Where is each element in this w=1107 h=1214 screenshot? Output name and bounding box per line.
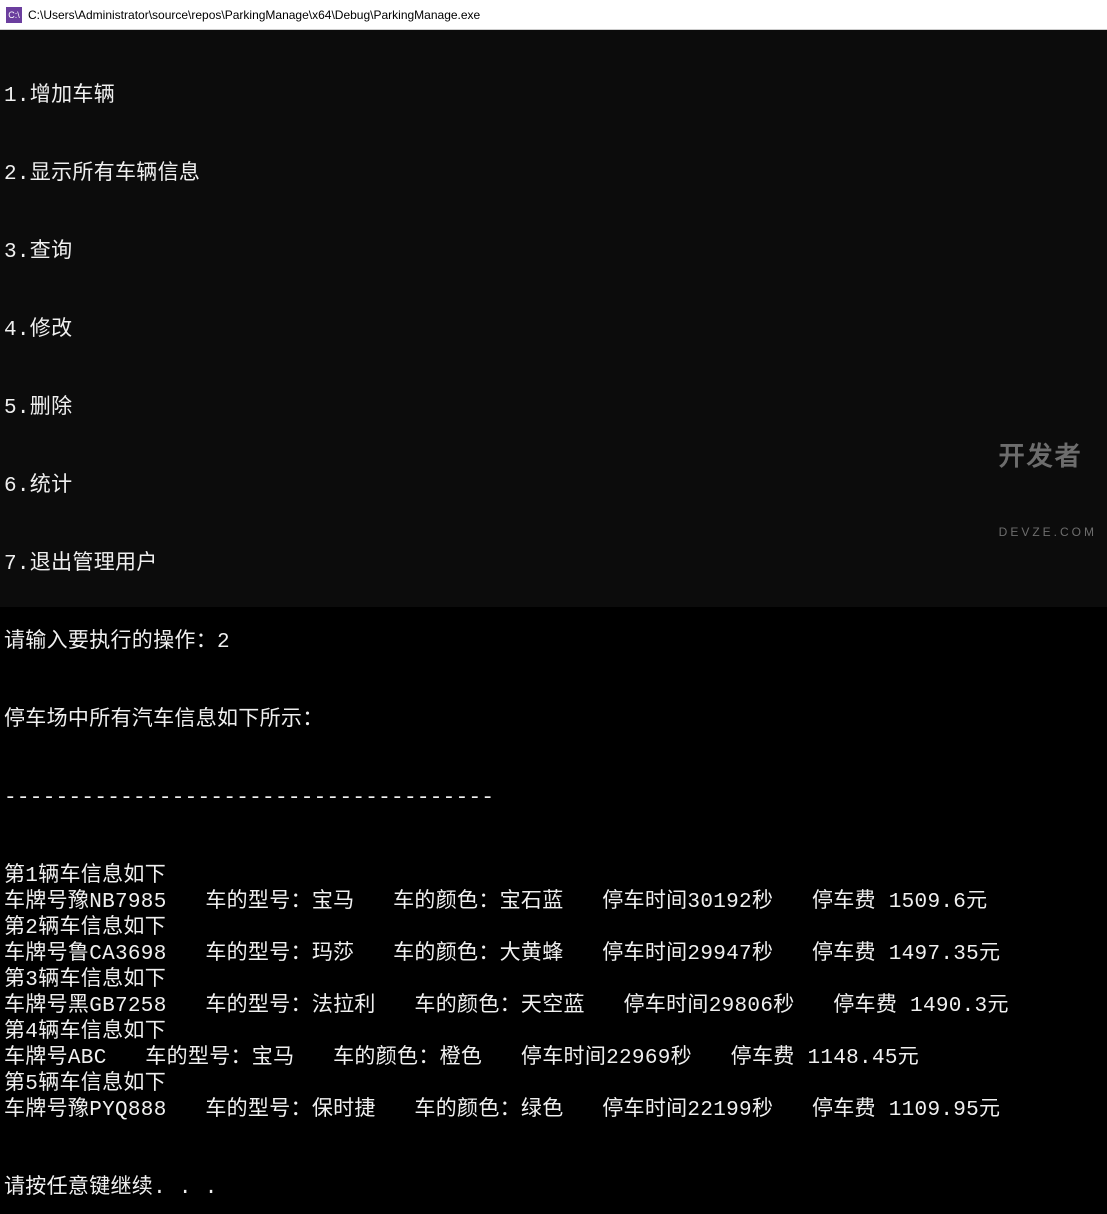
prompt-line: 请输入要执行的操作：2 xyxy=(4,630,1103,656)
menu-item: 7.退出管理用户 xyxy=(4,552,1103,578)
car-detail-line: 车牌号豫PYQ888 车的型号：保时捷 车的颜色：绿色 停车时间22199秒 停… xyxy=(4,1098,1103,1124)
car-index-line: 第4辆车信息如下 xyxy=(4,1020,1103,1046)
window-title: C:\Users\Administrator\source\repos\Park… xyxy=(28,8,480,22)
continue-prompt: 请按任意键继续. . . xyxy=(4,1176,1103,1202)
menu-item: 2.显示所有车辆信息 xyxy=(4,162,1103,188)
car-index-line: 第5辆车信息如下 xyxy=(4,1072,1103,1098)
watermark-url: DEVZE.COM xyxy=(999,519,1097,545)
console-output: 1.增加车辆 2.显示所有车辆信息 3.查询 4.修改 5.删除 6.统计 7.… xyxy=(0,30,1107,607)
app-icon: C:\ xyxy=(6,7,22,23)
separator: -------------------------------------- xyxy=(4,786,1103,812)
car-detail-line: 车牌号黑GB7258 车的型号：法拉利 车的颜色：天空蓝 停车时间29806秒 … xyxy=(4,994,1103,1020)
car-detail-line: 车牌号ABC 车的型号：宝马 车的颜色：橙色 停车时间22969秒 停车费 11… xyxy=(4,1046,1103,1072)
menu-item: 5.删除 xyxy=(4,396,1103,422)
menu-item: 4.修改 xyxy=(4,318,1103,344)
menu-item: 6.统计 xyxy=(4,474,1103,500)
menu-item: 3.查询 xyxy=(4,240,1103,266)
title-bar: C:\ C:\Users\Administrator\source\repos\… xyxy=(0,0,1107,30)
output-header: 停车场中所有汽车信息如下所示： xyxy=(4,708,1103,734)
car-index-line: 第3辆车信息如下 xyxy=(4,968,1103,994)
car-detail-line: 车牌号豫NB7985 车的型号：宝马 车的颜色：宝石蓝 停车时间30192秒 停… xyxy=(4,890,1103,916)
car-index-line: 第2辆车信息如下 xyxy=(4,916,1103,942)
user-input: 2 xyxy=(217,631,230,654)
car-index-line: 第1辆车信息如下 xyxy=(4,864,1103,890)
menu-item: 1.增加车辆 xyxy=(4,84,1103,110)
watermark-text: 开发者 xyxy=(999,443,1097,469)
car-detail-line: 车牌号鲁CA3698 车的型号：玛莎 车的颜色：大黄蜂 停车时间29947秒 停… xyxy=(4,942,1103,968)
